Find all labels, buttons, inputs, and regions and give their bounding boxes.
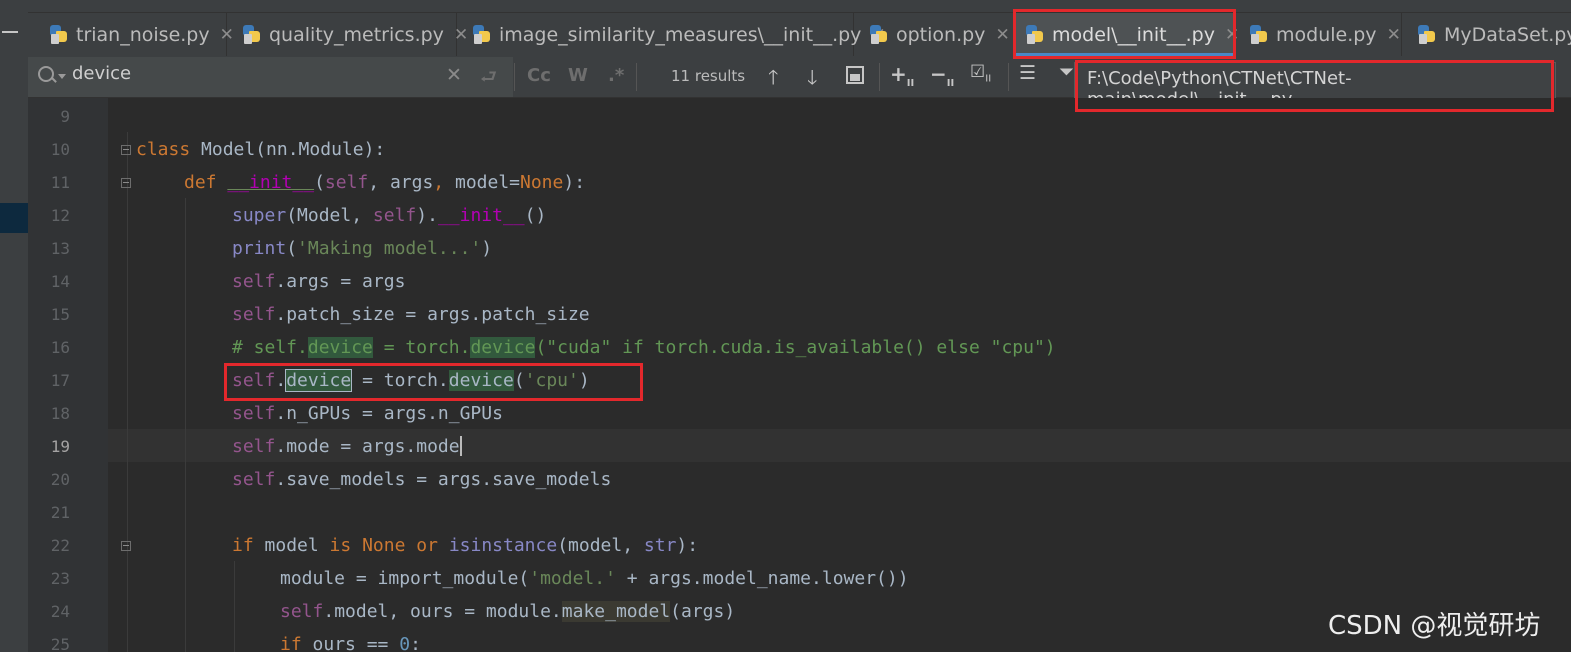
python-file-icon	[1418, 24, 1438, 45]
code-line-10: class Model(nn.Module):	[136, 139, 386, 160]
tab-quality-metrics[interactable]: quality_metrics.py ✕	[227, 13, 468, 56]
code-line-11: def __init__(self, args, model=None):	[184, 172, 586, 193]
code-line-12: super(Model, self).__init__()	[232, 205, 547, 226]
code-line-19: self.mode = args.mode	[232, 436, 462, 457]
fold-marker-icon[interactable]	[121, 178, 131, 188]
code-line-23: module = import_module('model.' + args.m…	[280, 568, 909, 589]
tab-label: module.py	[1276, 23, 1377, 46]
python-file-icon	[50, 24, 70, 45]
tab-label: model\__init__.py	[1052, 23, 1215, 46]
words-toggle[interactable]: W	[568, 65, 588, 86]
tab-label: image_similarity_measures\__init__.py	[499, 23, 862, 46]
collapse-icon[interactable]	[2, 31, 18, 33]
fold-marker-icon[interactable]	[121, 541, 131, 551]
close-icon[interactable]: ✕	[1387, 25, 1401, 45]
line-number: 15	[50, 305, 70, 324]
code-line-22: if model is None or isinstance(model, st…	[232, 535, 699, 556]
close-icon[interactable]: ✕	[995, 25, 1009, 45]
add-selection-icon[interactable]: +II	[890, 62, 914, 89]
fold-marker-icon[interactable]	[121, 145, 131, 155]
text-cursor	[459, 436, 462, 456]
current-line-number: 19	[50, 437, 70, 456]
search-query[interactable]: device	[72, 63, 131, 84]
tab-label: option.py	[896, 23, 986, 46]
code-line-16-comment: # self.device = torch.device("cuda" if t…	[232, 337, 1056, 358]
tab-label: quality_metrics.py	[269, 23, 444, 46]
tab-label: trian_noise.py	[76, 23, 210, 46]
line-number: 22	[50, 536, 70, 555]
filter-icon[interactable]: ⏷	[1059, 61, 1074, 83]
line-number: 18	[50, 404, 70, 423]
left-tool-strip	[0, 0, 29, 652]
search-results-count: 11 results	[671, 67, 746, 85]
code-line-13: print('Making model...')	[232, 238, 493, 259]
tab-label: MyDataSet.py	[1444, 23, 1571, 46]
python-file-icon	[1250, 24, 1270, 45]
search-match: device	[470, 337, 536, 358]
new-line-icon[interactable]: ⮐	[480, 63, 497, 95]
line-number: 25	[50, 635, 70, 652]
python-file-icon	[870, 24, 890, 45]
search-match: device	[307, 337, 373, 358]
tab-mydataset[interactable]: MyDataSet.py	[1402, 13, 1571, 56]
code-editor[interactable]: 9 10 11 12 13 14 15 16 17 18 19 20 21 22…	[28, 98, 1571, 652]
search-icon[interactable]	[38, 66, 54, 82]
line-number: 9	[60, 107, 70, 126]
code-line-24: self.model, ours = module.make_model(arg…	[280, 601, 736, 622]
search-input[interactable]: device ✕ ⮐	[28, 57, 513, 97]
tab-module[interactable]: module.py ✕	[1234, 13, 1402, 56]
tab-trian-noise[interactable]: trian_noise.py ✕	[34, 13, 234, 56]
tab-image-similarity-init[interactable]: image_similarity_measures\__init__.py ✕	[457, 13, 886, 56]
current-search-match: device	[285, 369, 353, 392]
tab-option[interactable]: option.py ✕	[854, 13, 1014, 56]
open-in-window-icon[interactable]	[846, 65, 864, 89]
filter-settings-icon[interactable]: ☰	[1019, 62, 1036, 84]
python-file-icon	[243, 24, 263, 45]
line-number: 20	[50, 470, 70, 489]
clear-search-icon[interactable]: ✕	[446, 64, 462, 86]
editor-tab-bar: trian_noise.py ✕ quality_metrics.py ✕ im…	[28, 0, 1571, 58]
previous-occurrence-icon[interactable]: 🡑	[768, 63, 778, 97]
line-number: 21	[50, 503, 70, 522]
code-line-18: self.n_GPUs = args.n_GPUs	[232, 403, 503, 424]
code-line-25: if ours == 0:	[280, 634, 421, 652]
line-number: 12	[50, 206, 70, 225]
tab-model-init[interactable]: model\__init__.py ✕	[1014, 13, 1239, 56]
line-number: 23	[50, 569, 70, 588]
line-number: 10	[50, 140, 70, 159]
code-line-20: self.save_models = args.save_models	[232, 469, 612, 490]
line-number: 11	[50, 173, 70, 192]
line-number: 14	[50, 272, 70, 291]
watermark: CSDN @视觉研坊	[1328, 611, 1541, 641]
regex-toggle[interactable]: .*	[608, 65, 624, 86]
line-number: 24	[50, 602, 70, 621]
code-line-15: self.patch_size = args.patch_size	[232, 304, 590, 325]
code-line-17: self.device = torch.device('cpu')	[232, 369, 590, 392]
line-number: 16	[50, 338, 70, 357]
project-selection-marker	[0, 203, 28, 233]
line-number: 13	[50, 239, 70, 258]
python-file-icon	[1026, 24, 1046, 45]
next-occurrence-icon[interactable]: 🡓	[807, 63, 817, 97]
match-case-toggle[interactable]: Cc	[527, 65, 551, 86]
python-file-icon	[473, 24, 493, 45]
select-all-occurrences-icon[interactable]: ☑II	[970, 62, 991, 84]
code-line-14: self.args = args	[232, 271, 406, 292]
search-history-dropdown-icon[interactable]	[58, 74, 66, 79]
line-number: 17	[50, 371, 70, 390]
remove-selection-icon[interactable]: −II	[930, 62, 954, 89]
search-match: device	[448, 370, 514, 391]
